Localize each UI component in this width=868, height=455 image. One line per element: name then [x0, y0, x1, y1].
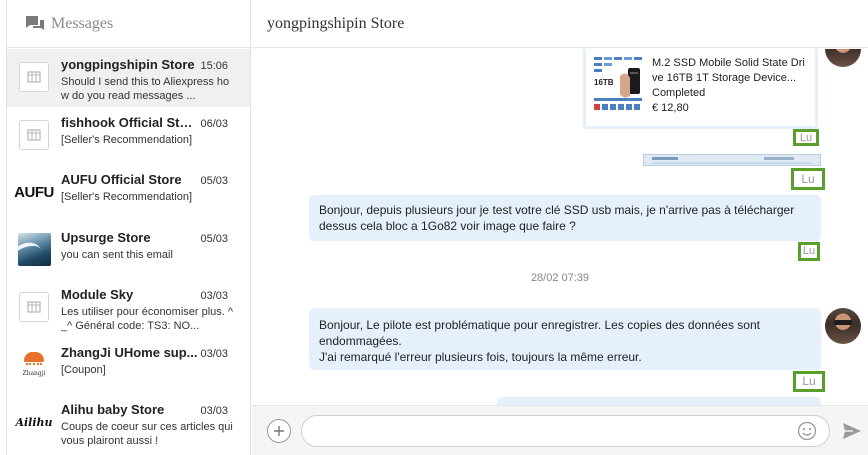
read-receipt: Lu	[798, 242, 820, 261]
read-receipt: Lu	[793, 371, 825, 392]
conversation-item[interactable]: fishhook Official Store 06/03 [Seller's …	[7, 107, 250, 165]
store-default-icon	[19, 119, 49, 150]
emoji-icon[interactable]	[797, 421, 817, 441]
read-receipt: Lu	[793, 129, 819, 146]
ailihu-logo: Ailihu	[15, 415, 53, 429]
store-avatar	[17, 118, 51, 152]
store-avatar	[17, 60, 51, 94]
conversation-preview: Coups de coeur sur ces articles qui vous…	[61, 421, 233, 447]
message-input[interactable]	[301, 415, 830, 447]
conversation-preview: [Seller's Recommendation]	[61, 133, 193, 146]
chat-store-title: yongpingshipin Store	[267, 14, 405, 32]
aufu-logo: AUFU	[14, 183, 54, 201]
conversation-preview: you can sent this email	[61, 248, 173, 261]
add-attachment-button[interactable]	[267, 419, 291, 443]
conversation-time: 15:06	[200, 60, 228, 72]
conversation-time: 03/03	[200, 347, 228, 360]
conversation-time: 05/03	[200, 232, 228, 245]
product-card[interactable]: 16TB M.2 SSD Mobile Solid State Drive 16…	[583, 49, 818, 129]
store-avatar: AUFU	[14, 175, 54, 209]
store-avatar: Ailihu	[15, 405, 53, 439]
conversation-name: ZhangJi UHome sup...	[61, 344, 198, 360]
message-text: Bonjour, depuis plusieurs jour je test v…	[319, 203, 795, 233]
plus-icon	[274, 426, 284, 436]
chat-header: yongpingshipin Store	[252, 0, 868, 48]
message-text: J'ai remarqué l'erreur plusieurs fois, t…	[319, 350, 642, 364]
product-thumbnail: 16TB	[592, 54, 644, 116]
date-separator: 28/02 07:39	[530, 272, 590, 284]
store-default-icon	[19, 292, 49, 322]
conversation-name: AUFU Official Store	[61, 172, 182, 187]
store-avatar: Zhangji	[17, 348, 51, 382]
conversation-time: 05/03	[200, 175, 228, 187]
sidebar-title: Messages	[51, 14, 114, 32]
product-image-label: 16TB	[594, 78, 614, 87]
message-composer	[252, 405, 868, 455]
message-text: Bonjour, Le pilote est problématique pou…	[319, 318, 760, 348]
conversation-name: Alihu baby Store	[61, 402, 165, 417]
send-icon[interactable]	[842, 422, 862, 440]
read-receipt: Lu	[791, 168, 825, 190]
message-bubble: Bonjour, Le pilote est problématique pou…	[309, 308, 821, 370]
conversation-name: yongpingshipin Store	[61, 57, 195, 72]
conversation-item[interactable]: Ailihu Alihu baby Store 03/03 Coups de c…	[7, 394, 250, 452]
user-avatar	[825, 49, 861, 67]
conversation-sidebar: Messages yongpingshipin Store 15:06 Shou…	[7, 0, 251, 455]
conversation-preview: [Coupon]	[61, 363, 106, 376]
store-avatar	[17, 233, 51, 267]
conversation-time: 03/03	[200, 405, 228, 417]
message-bubble	[497, 397, 821, 405]
conversation-item[interactable]: Upsurge Store 05/03 you can sent this em…	[7, 222, 250, 280]
sidebar-header: Messages	[7, 0, 250, 48]
conversation-name: Module Sky	[61, 287, 134, 302]
conversation-preview: [Seller's Recommendation]	[61, 191, 193, 203]
conversation-name: fishhook Official Store	[61, 114, 199, 130]
conversation-list[interactable]: yongpingshipin Store 15:06 Should I send…	[7, 49, 250, 455]
conversation-name: Upsurge Store	[61, 229, 151, 245]
conversation-time: 03/03	[200, 290, 228, 302]
message-bubble: Bonjour, depuis plusieurs jour je test v…	[309, 195, 821, 241]
store-avatar	[17, 290, 51, 324]
chat-bubbles-icon	[26, 15, 44, 30]
conversation-item[interactable]: Module Sky 03/03 Les utiliser pour écono…	[7, 279, 250, 337]
user-avatar	[825, 308, 861, 344]
product-price: € 12,80	[652, 102, 689, 114]
conversation-preview: Should I send this to Aliexpress how do …	[61, 76, 230, 102]
shower-icon	[23, 352, 44, 362]
product-status: Completed	[652, 87, 706, 99]
conversation-item[interactable]: Zhangji ZhangJi UHome sup... 03/03 [Coup…	[7, 337, 250, 395]
zhangji-logo: Zhangji	[22, 352, 46, 377]
conversation-item[interactable]: yongpingshipin Store 15:06 Should I send…	[7, 49, 250, 107]
message-thread[interactable]: 16TB M.2 SSD Mobile Solid State Drive 16…	[252, 49, 868, 405]
chat-pane: yongpingshipin Store 16TB M.2 SSD Mobile…	[252, 0, 868, 455]
conversation-item[interactable]: AUFU AUFU Official Store 05/03 [Seller's…	[7, 164, 250, 222]
conversation-time: 06/03	[200, 117, 228, 130]
wave-logo	[17, 233, 51, 266]
messenger-window: Messages yongpingshipin Store 15:06 Shou…	[6, 0, 868, 455]
conversation-preview: Les utiliser pour économiser plus. ^_^ G…	[61, 306, 234, 332]
store-default-icon	[19, 62, 49, 92]
product-name: M.2 SSD Mobile Solid State Drive 16TB 1T…	[652, 57, 805, 84]
image-message[interactable]	[643, 154, 821, 166]
